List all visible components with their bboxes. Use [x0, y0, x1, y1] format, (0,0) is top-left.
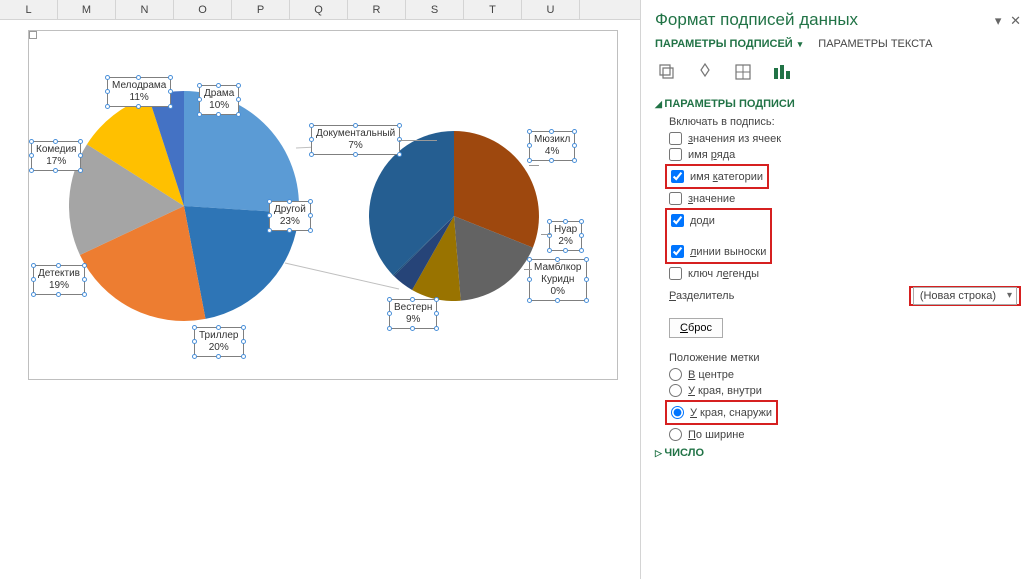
- data-label[interactable]: Драма10%: [199, 85, 239, 115]
- data-label[interactable]: Нуар2%: [549, 221, 582, 251]
- col-header[interactable]: L: [0, 0, 58, 19]
- format-data-labels-panel: Формат подписей данных ▾ ✕ ПАРАМЕТРЫ ПОД…: [640, 0, 1035, 579]
- effects-icon[interactable]: [693, 60, 717, 84]
- separator-select[interactable]: (Новая строка): [913, 287, 1017, 305]
- leader-line: [524, 269, 532, 270]
- check-category-name[interactable]: имя категории: [671, 170, 763, 183]
- col-header[interactable]: O: [174, 0, 232, 19]
- check-legend-key[interactable]: ключ легенды: [669, 267, 1021, 280]
- close-icon[interactable]: ✕: [1010, 13, 1021, 28]
- pie-main[interactable]: [69, 91, 299, 321]
- data-label[interactable]: МамблкорКуридн0%: [529, 259, 587, 301]
- data-label[interactable]: Документальный7%: [311, 125, 400, 155]
- label-position: Положение метки: [669, 352, 1021, 364]
- dropdown-icon[interactable]: ▾: [995, 13, 1002, 28]
- include-in-label: Включать в подпись:: [669, 116, 1021, 128]
- data-label[interactable]: Триллер20%: [194, 327, 244, 357]
- separator-label: Разделитель: [669, 290, 734, 302]
- label-options-icon[interactable]: [769, 60, 793, 84]
- data-label[interactable]: Комедия17%: [31, 141, 81, 171]
- pie-secondary[interactable]: [369, 131, 539, 301]
- data-label[interactable]: Другой23%: [269, 201, 311, 231]
- col-header[interactable]: N: [116, 0, 174, 19]
- section-label-options[interactable]: ПАРАМЕТРЫ ПОДПИСИ: [655, 98, 1021, 110]
- leader-line: [399, 140, 437, 141]
- col-header[interactable]: S: [406, 0, 464, 19]
- reset-button[interactable]: Сброс: [669, 318, 723, 338]
- data-label[interactable]: Детектив19%: [33, 265, 85, 295]
- data-label[interactable]: Мелодрама11%: [107, 77, 171, 107]
- radio-inside-end[interactable]: У края, внутри: [669, 384, 1021, 397]
- tab-text-options[interactable]: ПАРАМЕТРЫ ТЕКСТА: [818, 38, 932, 52]
- col-header[interactable]: P: [232, 0, 290, 19]
- col-header[interactable]: R: [348, 0, 406, 19]
- check-value[interactable]: значение: [669, 192, 1021, 205]
- radio-best-fit[interactable]: По ширине: [669, 428, 1021, 441]
- col-header[interactable]: Q: [290, 0, 348, 19]
- worksheet-area: L M N O P Q R S T U: [0, 0, 640, 579]
- data-label[interactable]: Мюзикл4%: [529, 131, 575, 161]
- chart-object[interactable]: Другой23% Триллер20% Детектив19% Комедия…: [28, 30, 618, 380]
- tab-label-options[interactable]: ПАРАМЕТРЫ ПОДПИСЕЙ ▾: [655, 38, 802, 52]
- panel-title: Формат подписей данных ▾ ✕: [655, 10, 1021, 30]
- panel-tabs: ПАРАМЕТРЫ ПОДПИСЕЙ ▾ ПАРАМЕТРЫ ТЕКСТА: [655, 38, 1021, 52]
- leader-line: [529, 165, 539, 166]
- radio-outside-end[interactable]: У края, снаружи: [671, 406, 772, 419]
- col-header[interactable]: T: [464, 0, 522, 19]
- radio-center[interactable]: В центре: [669, 368, 1021, 381]
- fill-line-icon[interactable]: [655, 60, 679, 84]
- check-values-from-cells[interactable]: значения из ячеек: [669, 132, 1021, 145]
- leader-line: [541, 234, 551, 235]
- panel-icon-row: [655, 60, 1021, 84]
- column-headers: L M N O P Q R S T U: [0, 0, 640, 20]
- section-number[interactable]: ЧИСЛО: [655, 447, 1021, 459]
- check-series-name[interactable]: имя ряда: [669, 148, 1021, 161]
- check-leader-lines[interactable]: линии выноски: [671, 245, 766, 258]
- size-properties-icon[interactable]: [731, 60, 755, 84]
- check-percent[interactable]: доди: [671, 214, 766, 227]
- col-header[interactable]: U: [522, 0, 580, 19]
- data-label[interactable]: Вестерн9%: [389, 299, 437, 329]
- col-header[interactable]: M: [58, 0, 116, 19]
